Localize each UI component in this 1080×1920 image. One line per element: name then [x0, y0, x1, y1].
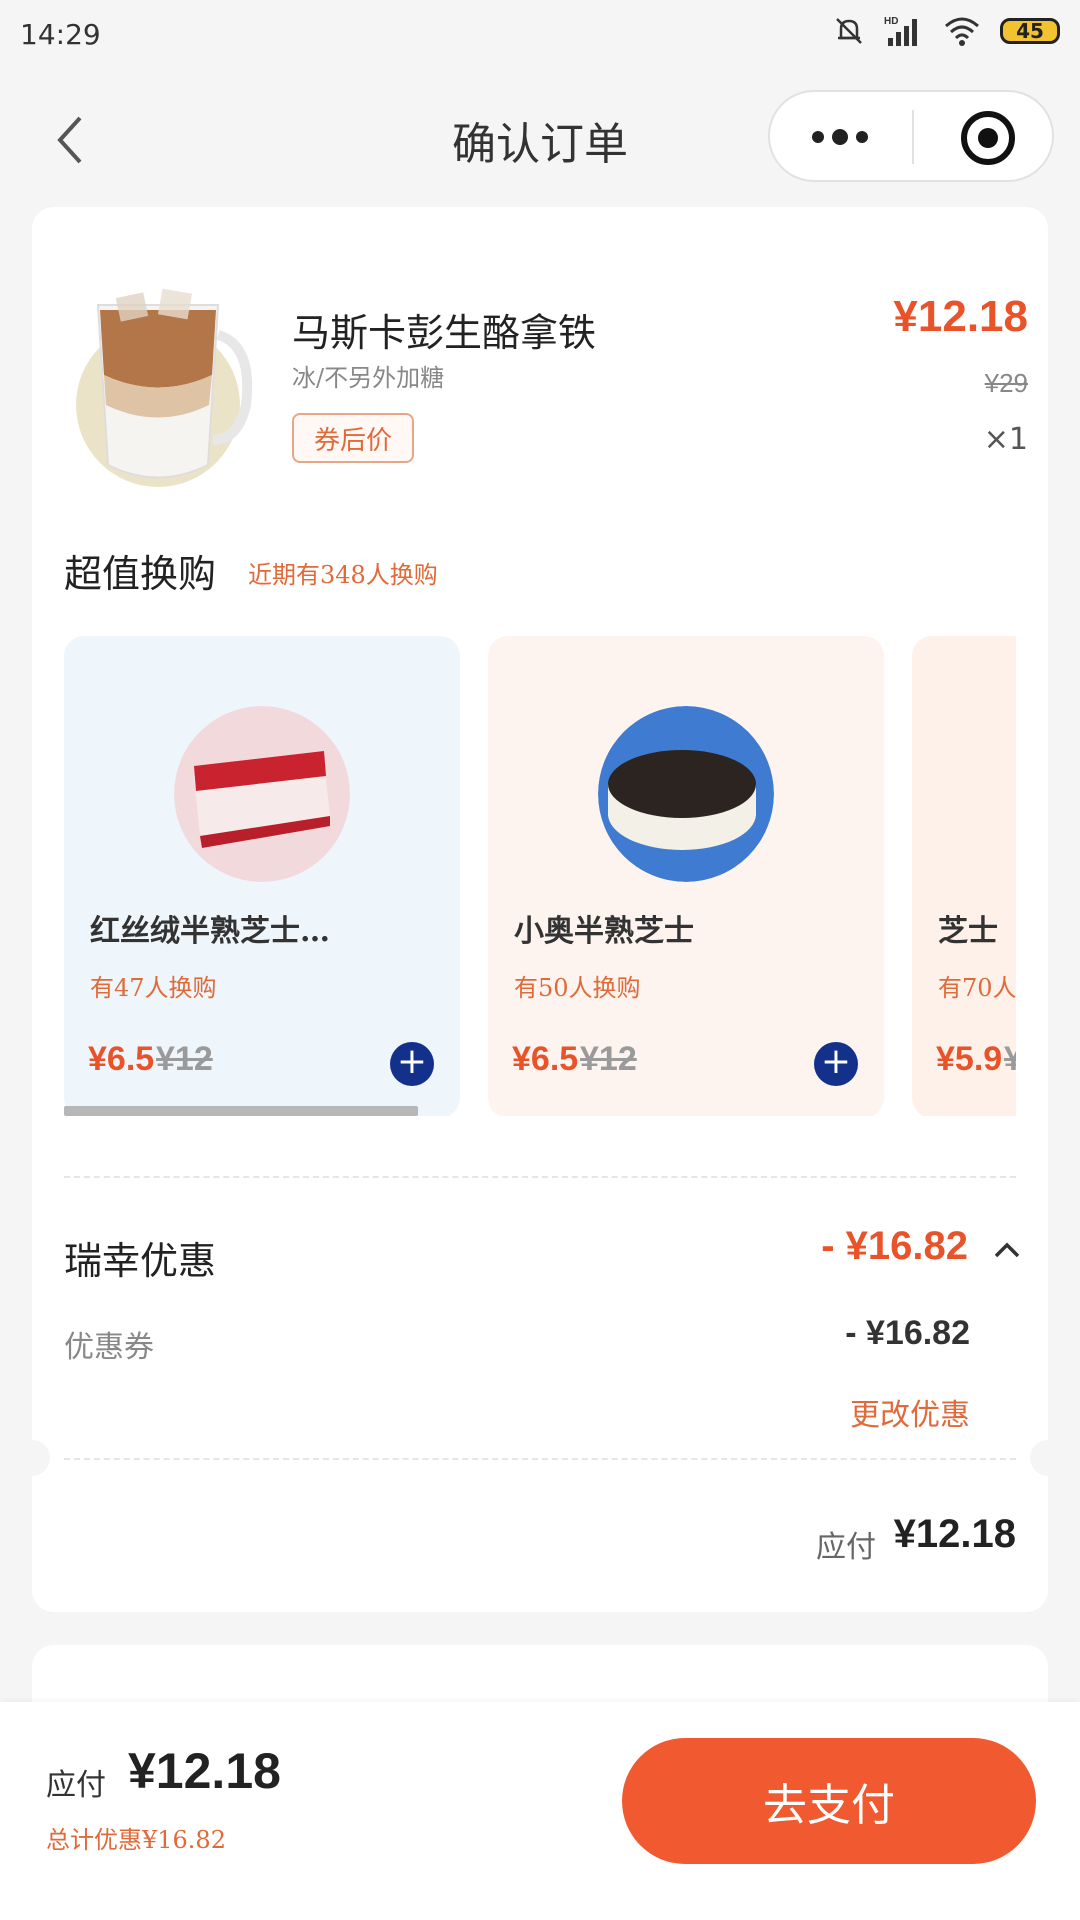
upsell-original-price: ¥ — [1004, 1040, 1016, 1078]
status-bar: 14:29 HD 45 — [0, 0, 1080, 70]
upsell-price: ¥6.5 — [512, 1040, 579, 1078]
discount-title: 瑞幸优惠 — [64, 1239, 217, 1283]
payable-label: 应付 — [816, 1530, 876, 1565]
mini-program-capsule — [768, 90, 1054, 182]
upsell-count: 有47人换购 — [90, 974, 217, 1002]
upsell-price: ¥5.9 — [936, 1040, 1003, 1078]
add-button[interactable]: + — [814, 1042, 858, 1086]
payable-value: ¥12.18 — [893, 1512, 1016, 1556]
more-dots-icon[interactable] — [810, 122, 870, 152]
bottom-payable-label: 应付 — [46, 1768, 106, 1803]
red-velvet-cake-image — [174, 706, 350, 882]
upsell-note: 近期有348人换购 — [248, 561, 438, 589]
divider — [64, 1176, 1016, 1178]
upsell-name: 红丝绒半熟芝士… — [90, 914, 330, 949]
signal-icon: HD — [884, 16, 917, 46]
wifi-icon — [945, 17, 979, 46]
oreo-cheesecake-image — [598, 706, 774, 882]
upsell-original-price: ¥12 — [580, 1040, 637, 1078]
product-original-price: ¥29 — [984, 368, 1028, 398]
upsell-name: 小奥半熟芝士 — [514, 914, 694, 949]
pay-button[interactable]: 去支付 — [622, 1738, 1036, 1864]
upsell-count: 有50人换购 — [514, 974, 641, 1002]
card-notch-right — [1030, 1440, 1066, 1476]
coupon-label: 优惠券 — [64, 1330, 154, 1365]
coupon-price-tag: 券后价 — [292, 413, 414, 463]
change-discount-link[interactable]: 更改优惠 — [850, 1390, 970, 1434]
upsell-card[interactable]: 芝士 有70人 ¥5.9 ¥ — [912, 636, 1016, 1116]
product-spec: 冰/不另外加糖 — [292, 364, 445, 392]
upsell-title: 超值换购 — [64, 552, 217, 596]
product-name: 马斯卡彭生酪拿铁 — [292, 311, 597, 355]
upsell-original-price: ¥12 — [156, 1040, 213, 1078]
total-savings: 总计优惠¥16.82 — [46, 1826, 226, 1854]
chevron-up-icon[interactable] — [992, 1236, 1022, 1266]
mute-bell-icon — [836, 18, 862, 44]
status-time: 14:29 — [20, 18, 101, 51]
carousel-scrollbar[interactable] — [64, 1106, 418, 1116]
upsell-card[interactable]: 小奥半熟芝士 有50人换购 ¥6.5 ¥12 + — [488, 636, 884, 1116]
battery-icon: 45 — [1000, 18, 1060, 44]
product-price: ¥12.18 — [893, 292, 1028, 341]
upsell-price: ¥6.5 — [88, 1040, 155, 1078]
latte-product-image — [76, 288, 253, 487]
coupon-value: - ¥16.82 — [845, 1314, 970, 1352]
card-notch-left — [14, 1440, 50, 1476]
upsell-card[interactable]: 红丝绒半熟芝士… 有47人换购 ¥6.5 ¥12 + — [64, 636, 460, 1116]
capsule-divider — [912, 110, 914, 164]
bottom-payable-value: ¥12.18 — [128, 1743, 281, 1799]
upsell-count: 有70人 — [938, 974, 1016, 1002]
upsell-carousel[interactable]: 红丝绒半熟芝士… 有47人换购 ¥6.5 ¥12 + 小奥半熟芝士 有50人换购… — [64, 636, 1016, 1116]
status-icons: HD 45 — [832, 14, 1060, 48]
divider — [64, 1458, 1016, 1460]
add-button[interactable]: + — [390, 1042, 434, 1086]
product-quantity: ×1 — [983, 422, 1028, 457]
discount-total: - ¥16.82 — [821, 1224, 968, 1268]
svg-text:HD: HD — [884, 16, 898, 27]
close-target-icon[interactable] — [958, 108, 1018, 168]
upsell-name: 芝士 — [938, 914, 998, 949]
